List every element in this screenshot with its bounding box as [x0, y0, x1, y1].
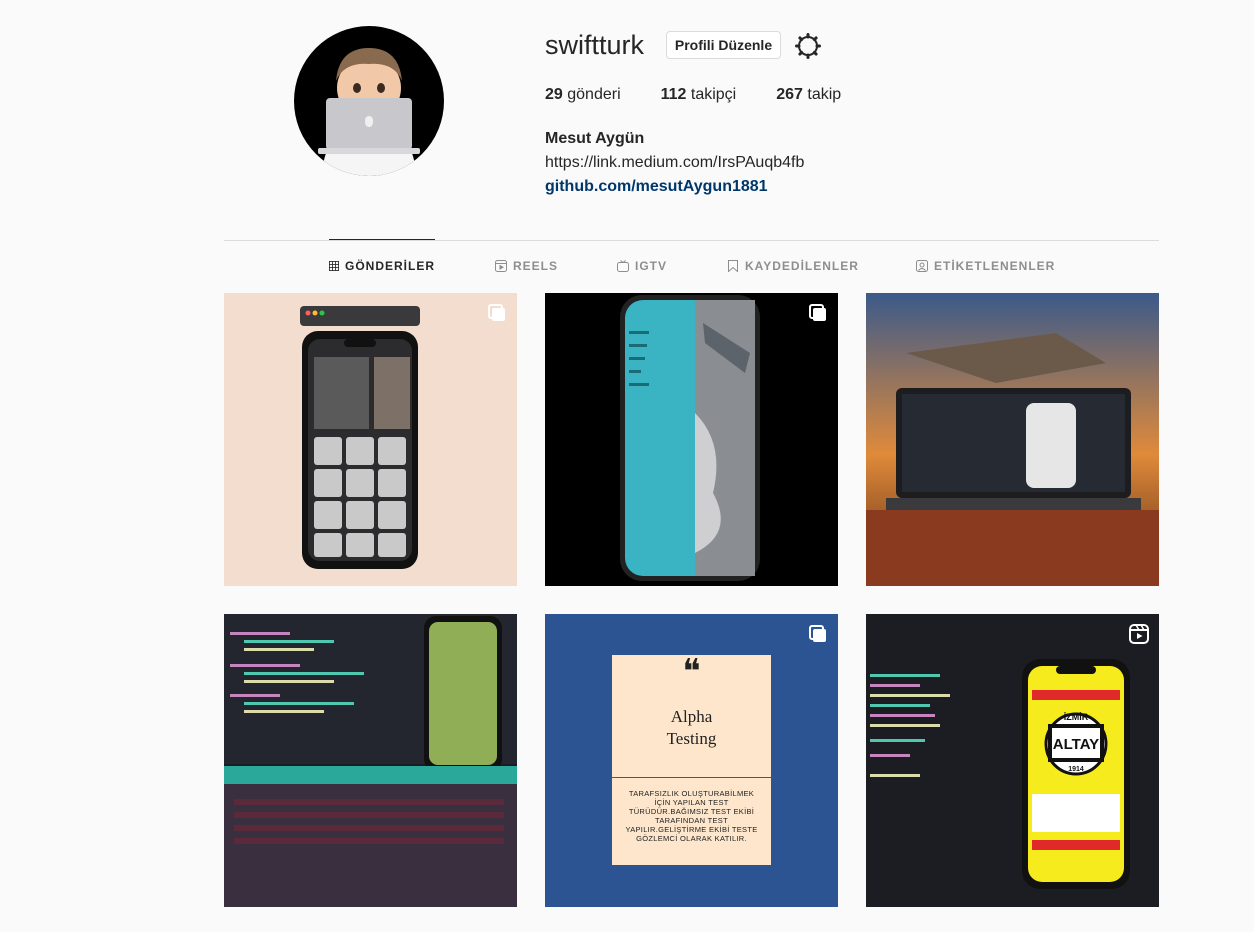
profile-stats: 29 gönderi 112 takipçi 267 takip: [545, 86, 881, 104]
edit-profile-button[interactable]: Profili Düzenle: [666, 31, 781, 59]
tagged-icon: [916, 260, 928, 272]
grid-icon: [329, 261, 339, 271]
post-tile[interactable]: [224, 614, 517, 907]
quote-mark: ❝: [682, 652, 701, 692]
settings-gear-icon[interactable]: [794, 32, 822, 60]
alpha-divider: [612, 777, 771, 778]
tab-saved[interactable]: KAYDEDİLENLER: [727, 240, 859, 292]
tab-tagged-label: ETİKETLENENLER: [934, 259, 1056, 273]
post-tile[interactable]: İZMİR ALTAY 1914: [866, 614, 1159, 907]
followers-count[interactable]: 112 takipçi: [661, 86, 737, 104]
tab-igtv[interactable]: IGTV: [617, 240, 667, 292]
post-image: [620, 295, 760, 581]
post-image: [300, 306, 420, 569]
following-count[interactable]: 267 takip: [776, 86, 841, 104]
tab-saved-label: KAYDEDİLENLER: [745, 259, 859, 273]
alpha-testing-card: ❝ Alpha Testing TARAFSIZLIK OLUŞTURABİLM…: [612, 655, 771, 865]
post-tile[interactable]: [224, 293, 517, 586]
alpha-title-line-2: Testing: [666, 729, 717, 748]
tab-igtv-label: IGTV: [635, 259, 668, 273]
carousel-icon: [809, 625, 826, 642]
post-tile[interactable]: [545, 293, 838, 586]
alpha-body-text: TARAFSIZLIK OLUŞTURABİLMEK İÇİN YAPILAN …: [625, 789, 758, 843]
reels-icon: [495, 260, 507, 272]
carousel-icon: [809, 304, 826, 321]
profile-full-name: Mesut Aygün: [545, 130, 645, 147]
posts-count: 29 gönderi: [545, 86, 621, 103]
bio-text: https://link.medium.com/IrsPAuqb4fb: [545, 154, 805, 171]
post-tile[interactable]: ❝ Alpha Testing TARAFSIZLIK OLUŞTURABİLM…: [545, 614, 838, 907]
profile-username: swiftturk: [545, 30, 645, 60]
tab-posts-label: GÖNDERİLER: [344, 259, 435, 273]
tab-posts[interactable]: GÖNDERİLER: [329, 239, 435, 292]
altay-name-text: ALTAY: [1052, 736, 1100, 753]
post-tile[interactable]: [866, 293, 1159, 586]
profile-website-link[interactable]: github.com/mesutAygun1881: [545, 175, 804, 199]
alpha-title-line-1: Alpha: [670, 707, 713, 726]
profile-tabs: GÖNDERİLER REELS IGTV KAYDEDİLENLER ETİK…: [224, 239, 1159, 292]
post-image: [866, 293, 1159, 586]
tab-reels-label: REELS: [513, 259, 559, 273]
reel-icon: [1129, 624, 1149, 644]
altay-top-text: İZMİR: [1063, 712, 1089, 722]
bookmark-icon: [728, 260, 738, 272]
profile-avatar[interactable]: [294, 26, 444, 176]
post-image: [870, 659, 1130, 889]
carousel-icon: [488, 304, 505, 321]
memoji-avatar-image: [318, 48, 420, 176]
profile-bio: Mesut Aygün https://link.medium.com/IrsP…: [545, 127, 804, 199]
tab-tagged[interactable]: ETİKETLENENLER: [916, 240, 1055, 292]
altay-year-text: 1914: [1068, 766, 1084, 773]
igtv-icon: [617, 260, 629, 272]
post-image: [224, 614, 517, 907]
tab-reels[interactable]: REELS: [495, 240, 558, 292]
